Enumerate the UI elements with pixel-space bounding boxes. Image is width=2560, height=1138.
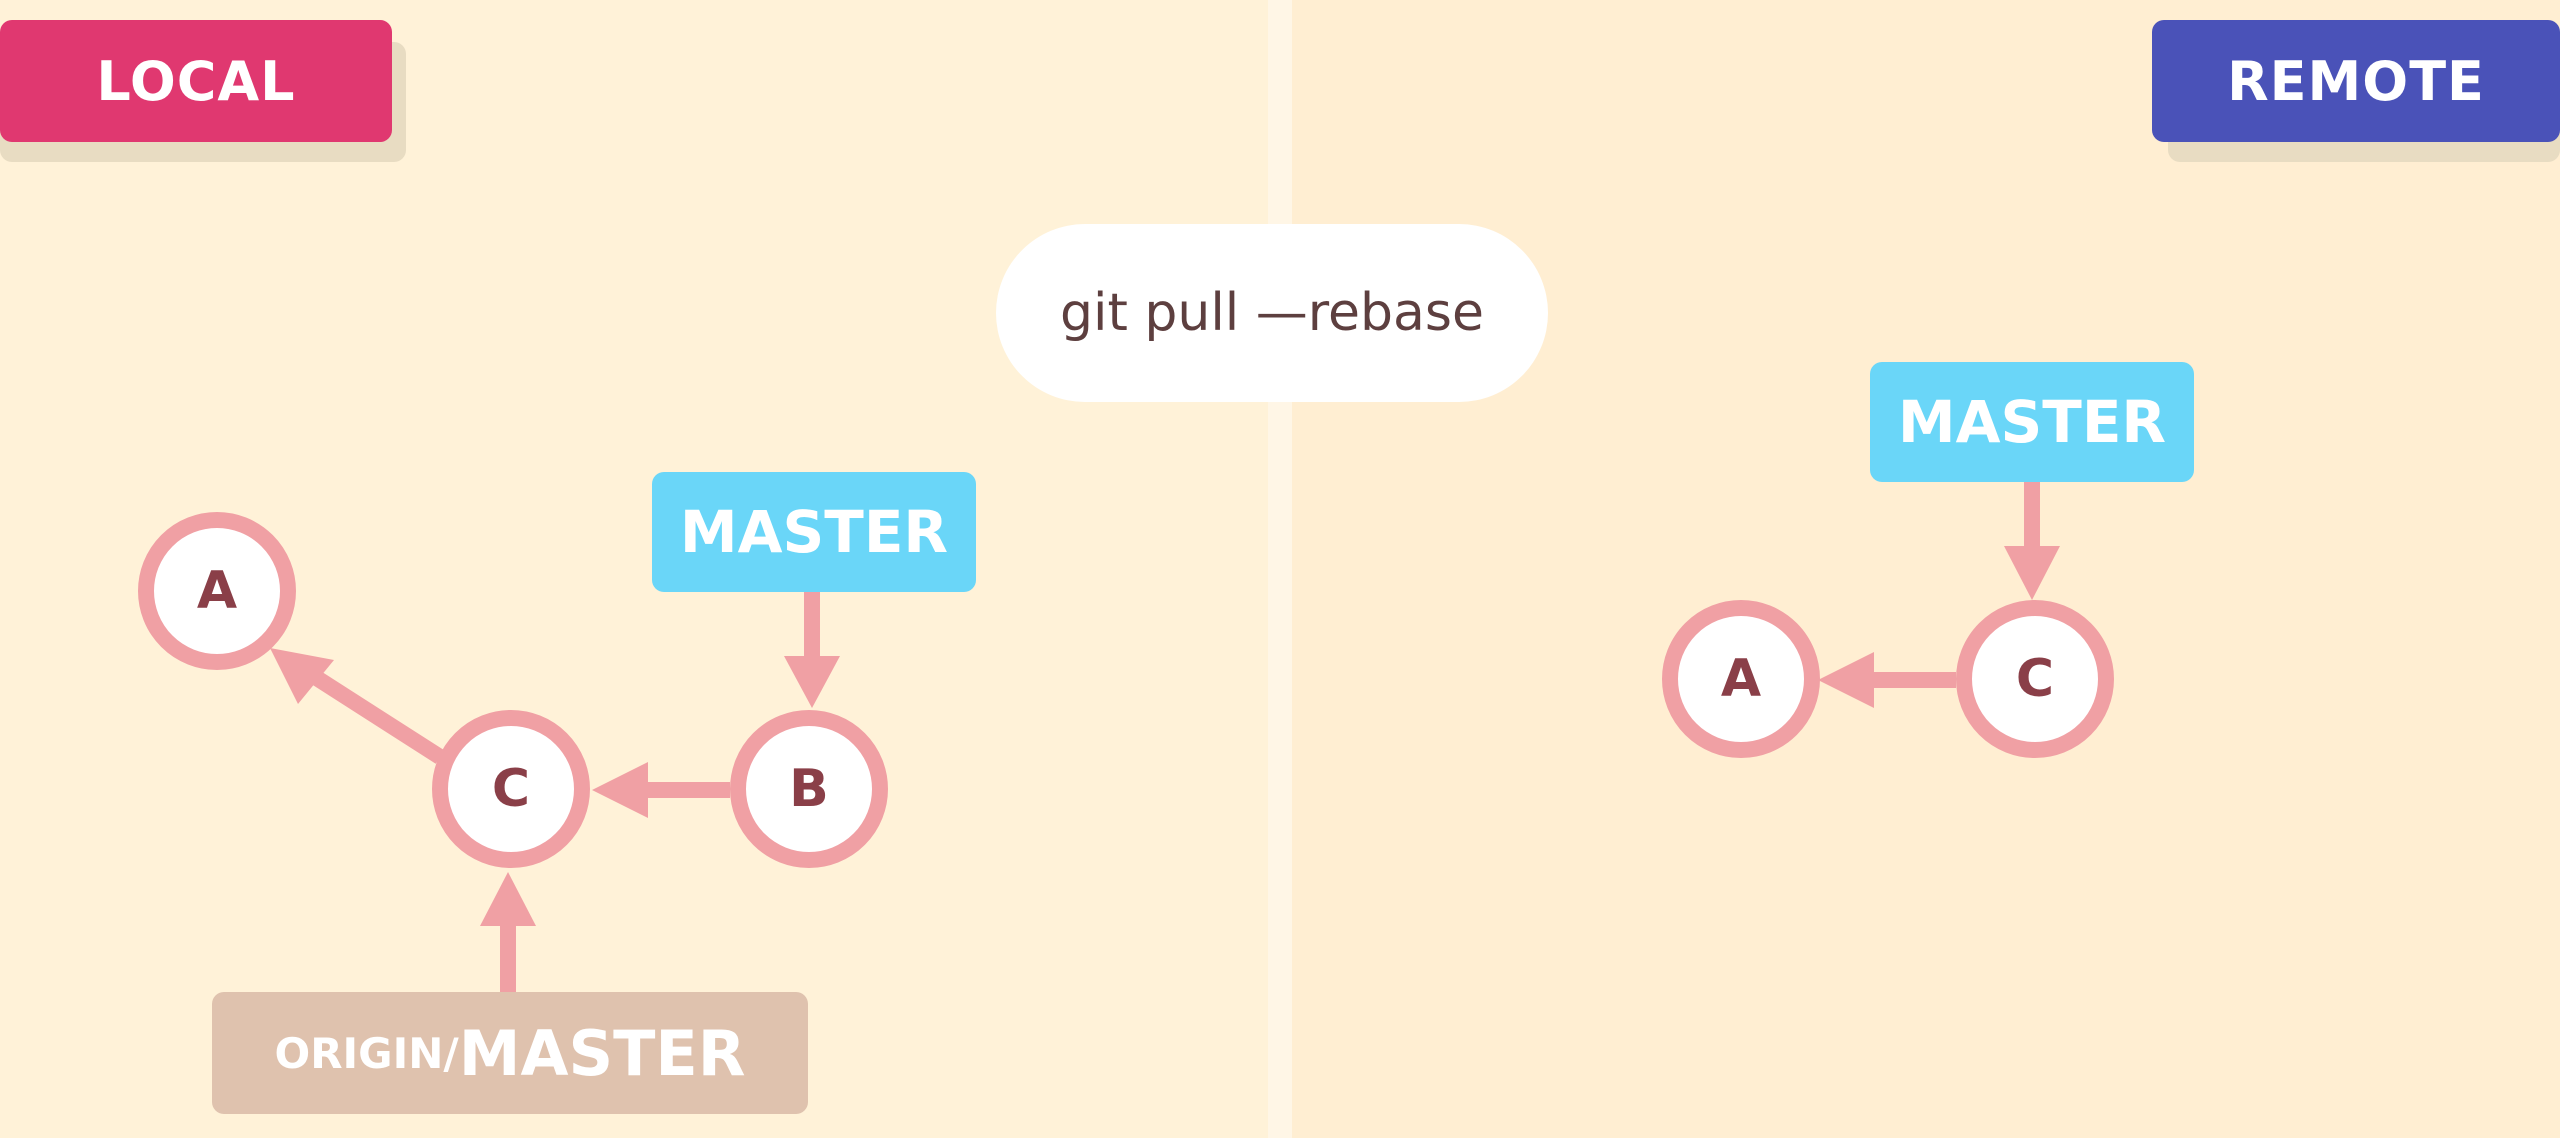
- local-commit-c: C: [432, 710, 590, 868]
- arrow-c-to-a: [270, 648, 445, 764]
- origin-master-branch: ORIGIN/ MASTER: [212, 992, 808, 1114]
- remote-tag: REMOTE: [2152, 20, 2560, 142]
- remote-commit-a: A: [1662, 600, 1820, 758]
- origin-prefix: ORIGIN/: [274, 1028, 459, 1078]
- command-label: git pull —rebase: [996, 224, 1548, 402]
- remote-arrow-c-to-a: [1818, 652, 1956, 708]
- origin-branch-name: MASTER: [458, 1016, 746, 1090]
- arrow-master-to-b: [784, 592, 840, 708]
- local-tag: LOCAL: [0, 20, 392, 142]
- local-commit-a: A: [138, 512, 296, 670]
- remote-commit-c: C: [1956, 600, 2114, 758]
- arrows-layer: [270, 482, 2060, 992]
- arrow-b-to-c: [592, 762, 730, 818]
- remote-arrow-master-to-c: [2004, 482, 2060, 600]
- local-commit-b: B: [730, 710, 888, 868]
- arrow-origin-to-c: [480, 872, 536, 992]
- local-master-branch: MASTER: [652, 472, 976, 592]
- remote-master-branch: MASTER: [1870, 362, 2194, 482]
